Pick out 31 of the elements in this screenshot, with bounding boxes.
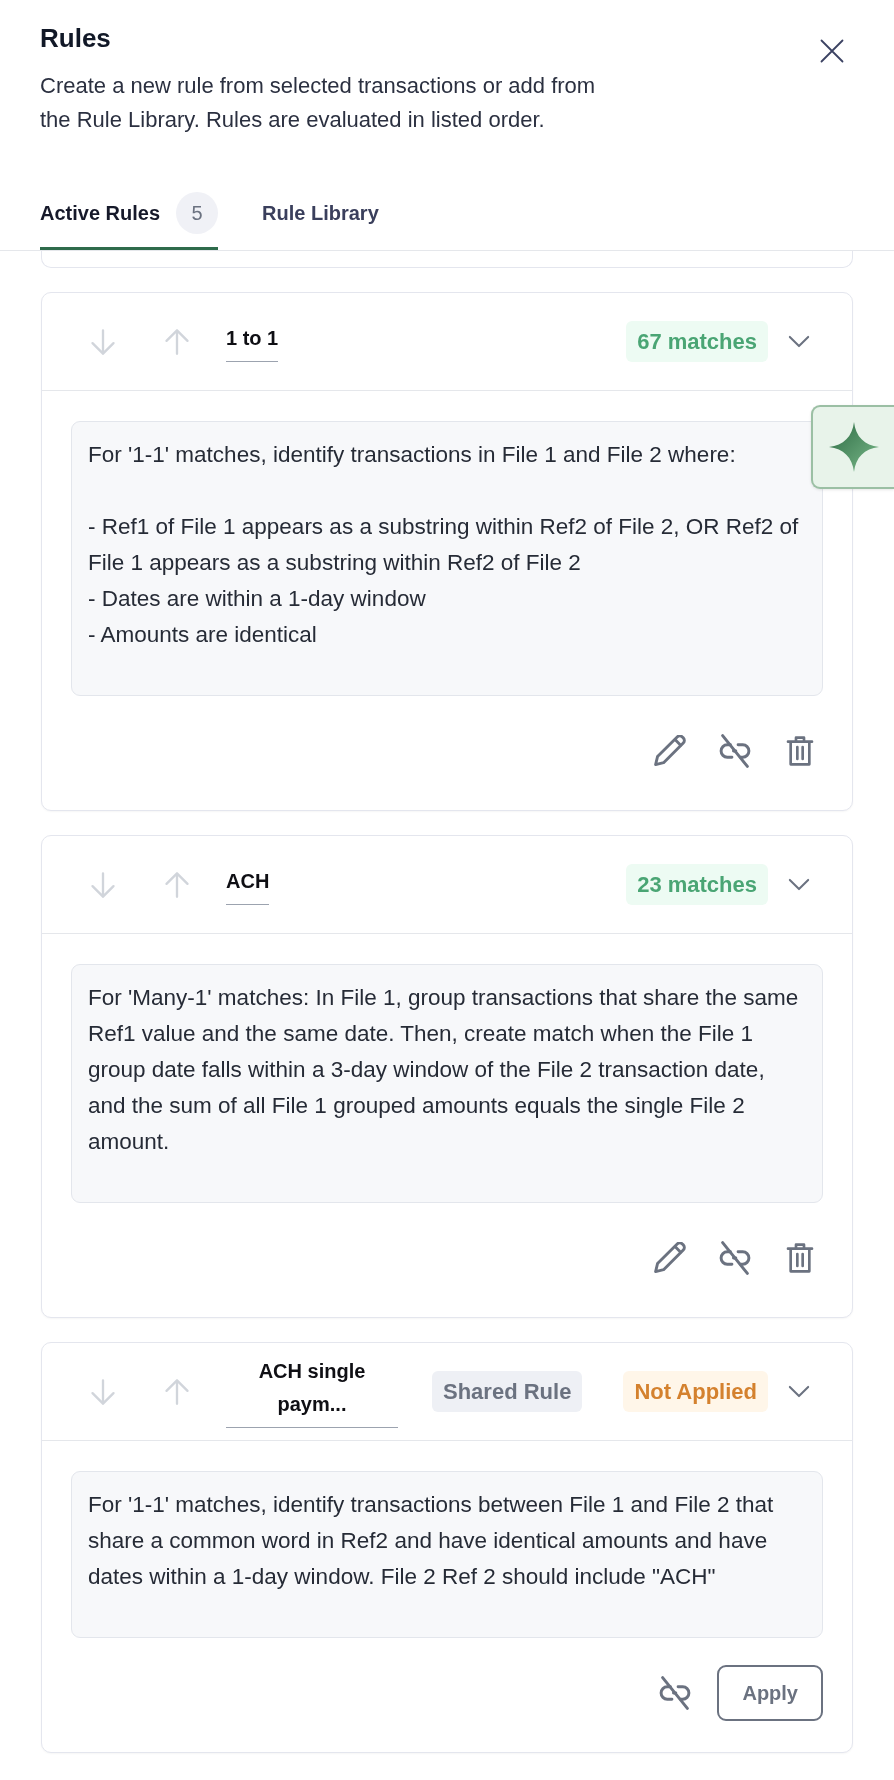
arrow-up-icon	[163, 1377, 191, 1406]
apply-button[interactable]: Apply	[717, 1665, 823, 1721]
trash-icon	[786, 735, 814, 767]
tab[interactable]: Rule Library	[262, 178, 379, 250]
status-badge: Not Applied	[623, 1371, 768, 1412]
rule-description: For 'Many-1' matches: In File 1, group transactions that share the same Ref1 value and the same date. Then, create match when the File 1 group date falls within a 3-day window of the File 2 transaction date, and the sum of all File 1 grouped amounts equals the single File 2 amount.	[71, 964, 823, 1203]
unlink-icon	[659, 1676, 692, 1710]
arrow-down-icon	[89, 327, 117, 356]
rule-name[interactable]: ACH single paym...	[226, 1355, 398, 1428]
rule-name[interactable]: ACH	[226, 864, 270, 905]
unlink-icon	[719, 1241, 751, 1275]
shared-rule-tag: Shared Rule	[432, 1371, 583, 1412]
status-badge: 67 matches	[626, 321, 768, 362]
rule-name[interactable]: 1 to 1	[226, 321, 279, 362]
panel-title: Rules	[40, 22, 112, 54]
arrow-up-icon	[163, 870, 191, 899]
arrow-down-icon	[89, 870, 117, 899]
panel-description: Create a new rule from selected transactions or add from the Rule Library. Rules are evaluated in listed order.	[40, 72, 597, 134]
assistant-button[interactable]	[811, 405, 894, 489]
arrow-up-icon	[163, 327, 191, 356]
arrow-down-icon	[89, 1377, 117, 1406]
status-badge: 23 matches	[626, 864, 768, 905]
count-badge: 5	[176, 191, 219, 234]
sparkle-icon	[828, 422, 879, 472]
rule-description: For '1-1' matches, identify transactions in File 1 and File 2 where: - Ref1 of File 1 appears as a substring within Ref2 of File 2, OR Ref2 of File 1 appears as a substring within Ref2 of File 2 - Dates are within a 1-day window - Amounts are identical	[71, 421, 823, 696]
pencil-icon	[654, 735, 686, 767]
unlink-icon	[719, 734, 751, 768]
pencil-icon	[654, 1242, 686, 1274]
close-icon	[820, 39, 844, 63]
rule-description: For '1-1' matches, identify transactions between File 1 and File 2 that share a common word in Ref2 and have identical amounts and have dates within a 1-day window. File 2 Ref 2 should include "ACH"	[71, 1471, 823, 1638]
trash-icon	[786, 1242, 814, 1274]
